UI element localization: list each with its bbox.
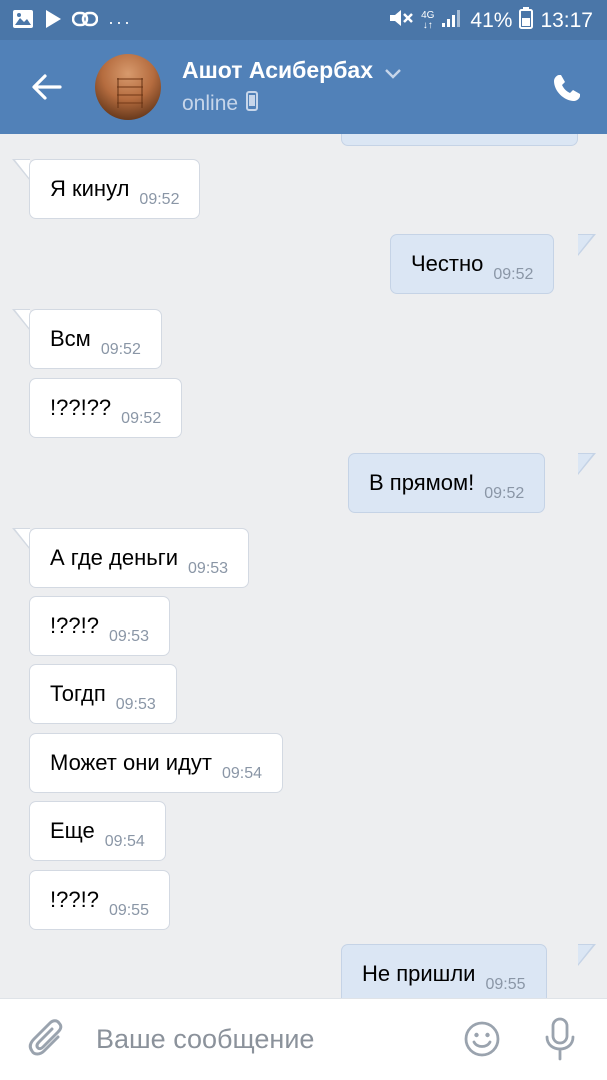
message-time: 09:52	[493, 266, 534, 283]
message-text: !??!??	[50, 395, 112, 420]
message-time: 09:55	[485, 976, 526, 993]
play-icon	[44, 9, 62, 34]
message-bubble-incoming[interactable]: !??!?? 09:52	[29, 378, 183, 438]
network-type: 4G ↓↑	[421, 11, 434, 31]
chevron-down-icon	[385, 58, 402, 85]
bubble-tail	[12, 528, 30, 550]
battery-icon	[519, 7, 534, 35]
message-time: 09:52	[121, 410, 162, 427]
status-left-icons: ···	[12, 9, 132, 34]
message-text: !??!?	[50, 887, 99, 912]
message-text: В прямом!	[369, 470, 475, 495]
chat-header: Ашот Асибербах online	[0, 40, 607, 134]
message-time: 09:54	[221, 765, 263, 782]
voice-button[interactable]	[543, 1017, 577, 1061]
message-bubble-incoming[interactable]: !??!? 09:55	[29, 870, 170, 930]
back-button[interactable]	[30, 70, 64, 104]
contact-name[interactable]: Ашот Асибербах	[182, 57, 402, 85]
avatar-detail	[117, 78, 143, 108]
mute-icon	[388, 7, 414, 35]
message-list[interactable]: Я кинул 09:52 Честно 09:52 Всм 09:52 !??…	[0, 134, 607, 998]
message-input[interactable]	[96, 1017, 436, 1061]
message-bubble-incoming[interactable]: Еще 09:54	[29, 801, 166, 861]
contact-name-text: Ашот Асибербах	[182, 57, 373, 83]
attach-icon	[28, 1019, 63, 1056]
status-text: online	[182, 92, 239, 115]
message-bubble-incoming[interactable]: Тогдп 09:53	[29, 664, 177, 724]
signal-icon	[441, 8, 463, 34]
message-text: А где деньги	[50, 545, 179, 570]
message-time: 09:53	[115, 696, 156, 713]
image-icon	[12, 9, 34, 34]
status-bar: ··· 4G ↓↑ 41% 13:17	[0, 0, 607, 40]
message-bubble-incoming[interactable]: Всм 09:52	[29, 309, 162, 369]
message-time: 09:53	[108, 628, 149, 645]
message-text: !??!?	[50, 613, 99, 638]
bubble-tail	[12, 309, 30, 331]
message-text: Всм	[50, 326, 91, 351]
message-text: Может они идут	[50, 750, 212, 775]
composer-bar	[0, 998, 607, 1080]
link-icon	[71, 9, 99, 34]
message-bubble-outgoing[interactable]: Честно 09:52	[390, 234, 555, 294]
message-time: 09:53	[188, 560, 229, 577]
message-time: 09:52	[139, 191, 180, 208]
message-text: Тогдп	[50, 681, 106, 706]
message-text: Не пришли	[362, 961, 476, 986]
microphone-icon	[545, 1017, 575, 1061]
more-dots: ···	[108, 11, 132, 32]
message-text: Я кинул	[50, 176, 130, 201]
battery-percent: 41%	[470, 9, 513, 32]
back-arrow-icon	[32, 74, 62, 100]
message-bubble-incoming[interactable]: Может они идут 09:54	[29, 733, 284, 793]
message-bubble-outgoing-partial	[341, 134, 578, 146]
attach-button[interactable]	[28, 1019, 66, 1061]
emoji-icon	[464, 1021, 500, 1057]
call-button[interactable]	[551, 72, 583, 104]
message-time: 09:52	[100, 341, 141, 358]
message-text: Честно	[411, 251, 484, 276]
emoji-button[interactable]	[463, 1020, 501, 1058]
message-text: Еще	[50, 818, 95, 843]
message-bubble-incoming[interactable]: Я кинул 09:52	[29, 159, 201, 219]
bubble-tail	[578, 453, 596, 475]
clock: 13:17	[540, 9, 593, 32]
message-time: 09:55	[108, 902, 149, 919]
message-time: 09:52	[484, 485, 525, 502]
mobile-icon	[246, 91, 259, 117]
bubble-tail	[578, 234, 596, 256]
avatar[interactable]	[95, 54, 161, 120]
message-bubble-outgoing[interactable]: В прямом! 09:52	[348, 453, 546, 513]
status-right: 4G ↓↑ 41% 13:17	[388, 7, 593, 35]
phone-icon	[554, 75, 580, 101]
message-bubble-incoming[interactable]: !??!? 09:53	[29, 596, 170, 656]
message-bubble-outgoing[interactable]: Не пришли 09:55	[341, 944, 547, 998]
contact-status: online	[182, 91, 259, 117]
message-bubble-incoming[interactable]: А где деньги 09:53	[29, 528, 250, 588]
bubble-tail	[578, 944, 596, 966]
network-arrows: ↓↑	[422, 20, 433, 31]
bubble-tail	[12, 159, 30, 181]
message-time: 09:54	[104, 833, 145, 850]
